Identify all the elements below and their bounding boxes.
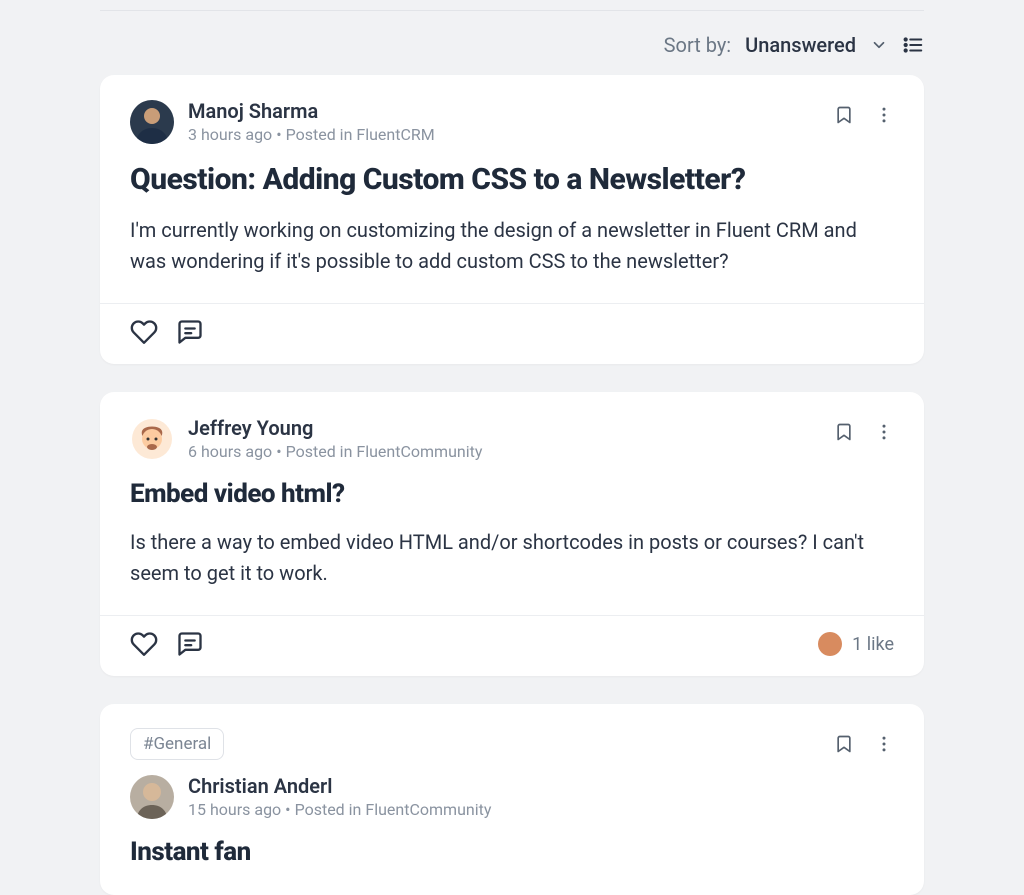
like-icon[interactable] [130,318,158,346]
post-title[interactable]: Embed video html? [130,479,894,509]
sort-select[interactable]: Unanswered [745,33,888,57]
bookmark-icon[interactable] [834,422,854,442]
bookmark-icon[interactable] [834,105,854,125]
sort-value: Unanswered [745,33,856,57]
like-icon[interactable] [130,630,158,658]
post-body: Is there a way to embed video HTML and/o… [130,527,894,589]
post-tag[interactable]: #General [130,728,224,760]
author-name[interactable]: Manoj Sharma [188,99,435,123]
post-card: Manoj Sharma 3 hours ago•Posted in Fluen… [100,75,924,364]
list-view-icon[interactable] [902,34,924,56]
more-icon[interactable] [874,734,894,754]
post-card: #General Christian Anderl 15 hours ago•P… [100,704,924,895]
comment-icon[interactable] [176,318,204,346]
more-icon[interactable] [874,422,894,442]
post-meta: 6 hours ago•Posted in FluentCommunity [188,442,482,461]
sort-by-label: Sort by: [664,33,731,57]
liker-avatar [818,632,842,656]
chevron-down-icon [870,36,888,54]
avatar[interactable] [130,775,174,819]
post-meta: 15 hours ago•Posted in FluentCommunity [188,800,491,819]
post-body: I'm currently working on customizing the… [130,215,894,277]
comment-icon[interactable] [176,630,204,658]
post-meta: 3 hours ago•Posted in FluentCRM [188,125,435,144]
likes-text: 1 like [852,634,894,655]
more-icon[interactable] [874,105,894,125]
toolbar: Sort by: Unanswered [100,10,924,75]
post-title[interactable]: Question: Adding Custom CSS to a Newslet… [130,162,894,197]
avatar[interactable] [130,100,174,144]
post-card: Jeffrey Young 6 hours ago•Posted in Flue… [100,392,924,676]
author-name[interactable]: Jeffrey Young [188,416,482,440]
avatar[interactable] [130,417,174,461]
author-name[interactable]: Christian Anderl [188,774,491,798]
bookmark-icon[interactable] [834,734,854,754]
post-title[interactable]: Instant fan [130,837,894,867]
likes-summary[interactable]: 1 like [818,632,894,656]
